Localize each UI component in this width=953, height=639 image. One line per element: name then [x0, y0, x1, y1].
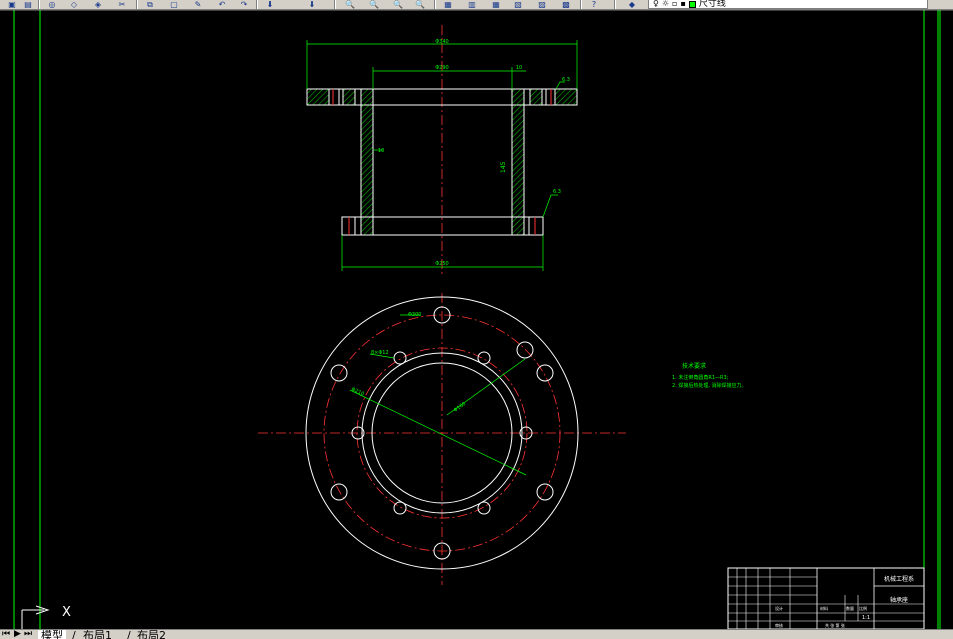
tab-last-icon[interactable]: ⏭ — [24, 630, 32, 639]
title-material: 材料 — [820, 605, 828, 611]
tool-palette-icon[interactable]: ▦ — [488, 0, 504, 9]
zoom-window-icon[interactable]: 🔍 — [342, 0, 358, 9]
dim-wall: 10 — [378, 148, 384, 154]
tab-model[interactable]: 模型 — [38, 630, 66, 639]
toolbar-separator — [136, 0, 138, 9]
roughness-top: 6.3 — [562, 77, 570, 83]
lock-icon: ▫ — [672, 0, 678, 8]
pan-icon[interactable]: ⬇ — [262, 0, 278, 9]
calc-icon[interactable]: ▩ — [558, 0, 574, 9]
drawing-frame — [0, 10, 953, 629]
dim-bottom-width: Φ250 — [435, 261, 448, 267]
dim-right-small: 10 — [516, 65, 522, 71]
drawing-canvas[interactable]: Φ340 Φ290 10 Φ250 145 10 6.3 6.3 Φ300 8×… — [0, 10, 953, 629]
layer-manager-icon[interactable]: ◆ — [624, 0, 640, 9]
title-check: 审核 — [775, 622, 783, 628]
dim-height: 145 — [500, 161, 507, 173]
title-design: 设计 — [775, 605, 783, 611]
dim-pcd-inner: Φ210 — [350, 386, 365, 397]
toolbar-separator — [38, 0, 40, 9]
save-icon[interactable]: ▣ — [4, 0, 20, 9]
section-view: Φ340 Φ290 10 Φ250 145 10 6.3 6.3 — [306, 25, 578, 275]
title-company: 机械工程系 — [884, 575, 914, 583]
layout-tabs: ⏮ ▶ ⏭ 模型 / 布局1 / 布局2 — [0, 629, 953, 639]
match-icon[interactable]: ✎ — [190, 0, 206, 9]
plot-state-icon: ▪ — [680, 0, 686, 8]
dim-inner-width: Φ290 — [435, 65, 448, 71]
title-quantity: 数量 — [846, 605, 854, 611]
title-scale: 1:1 — [862, 615, 870, 621]
toolbar: ▣ ▤ ◎ ◇ ◈ ✂ ⧉ ▢ ✎ ↶ ↷ ⬇ ⬇ 🔍 🔍 🔍 🔍 ▦ ▥ ▦ … — [0, 0, 953, 10]
toolbar-separator — [614, 0, 616, 9]
notes-line-2: 2. 焊接后热处理, 消除焊接应力。 — [672, 382, 747, 389]
lightbulb-icon: ♀ — [653, 0, 659, 8]
tab-layout2[interactable]: 布局2 — [134, 630, 169, 639]
zoom-extents-icon[interactable]: 🔍 — [390, 0, 406, 9]
technical-notes: 技术要求 1. 未注倒角圆角R1—R3; 2. 焊接后热处理, 消除焊接应力。 — [672, 362, 747, 389]
publish-icon[interactable]: ◈ — [90, 0, 106, 9]
dim-top-width: Φ340 — [435, 39, 448, 45]
toolbar-separator — [256, 0, 258, 9]
redo-icon[interactable]: ↷ — [236, 0, 252, 9]
layer-name: 尺寸线 — [698, 0, 726, 9]
properties-icon[interactable]: ▦ — [440, 0, 456, 9]
tab-first-icon[interactable]: ⏮ — [2, 630, 10, 639]
tab-separator: / — [127, 629, 131, 639]
layer-dropdown[interactable]: ♀ ☼ ▫ ▪ 尺寸线 — [648, 0, 928, 9]
preview-icon[interactable]: ◎ — [44, 0, 60, 9]
notes-title: 技术要求 — [682, 362, 706, 370]
zoom-previous-icon[interactable]: 🔍 — [366, 0, 382, 9]
toolbar-separator — [580, 0, 582, 9]
dim-hole: 8×Φ12 — [371, 350, 389, 356]
dim-pcd-outer: Φ300 — [408, 312, 421, 318]
zoom-all-icon[interactable]: 🔍 — [412, 0, 428, 9]
ucs-x-label: X — [62, 605, 71, 620]
design-center-icon[interactable]: ▥ — [464, 0, 480, 9]
help-icon[interactable]: ? — [586, 0, 602, 9]
sun-icon: ☼ — [661, 0, 670, 8]
title-block: 机械工程系 轴承座 1:1 设计 审核 材料 数量 比例 共 张 第 张 — [727, 567, 925, 629]
markup-icon[interactable]: ▨ — [534, 0, 550, 9]
ucs-icon: X — [21, 605, 71, 629]
cut-icon[interactable]: ✂ — [114, 0, 130, 9]
notes-line-1: 1. 未注倒角圆角R1—R3; — [672, 374, 729, 381]
title-part-name: 轴承座 — [890, 596, 908, 604]
roughness-bottom: 6.3 — [553, 189, 561, 195]
title-ratio: 比例 — [859, 605, 867, 611]
sheet-set-icon[interactable]: ▧ — [510, 0, 526, 9]
print-icon[interactable]: ▤ — [20, 0, 36, 9]
toolbar-separator — [334, 0, 336, 9]
title-sheets: 共 张 第 张 — [825, 622, 845, 628]
paste-icon[interactable]: ▢ — [166, 0, 182, 9]
plot-icon[interactable]: ◇ — [66, 0, 82, 9]
layer-color-swatch — [688, 0, 696, 8]
zoom-realtime-icon[interactable]: ⬇ — [304, 0, 320, 9]
tab-next-icon[interactable]: ▶ — [14, 630, 21, 639]
toolbar-separator — [434, 0, 436, 9]
tab-layout1[interactable]: 布局1 — [80, 630, 115, 639]
dim-bore: Φ160 — [453, 401, 467, 414]
tab-separator: / — [72, 629, 76, 639]
undo-icon[interactable]: ↶ — [214, 0, 230, 9]
copy-icon[interactable]: ⧉ — [142, 0, 158, 9]
plan-view: Φ300 8×Φ12 Φ210 Φ160 — [258, 293, 626, 585]
